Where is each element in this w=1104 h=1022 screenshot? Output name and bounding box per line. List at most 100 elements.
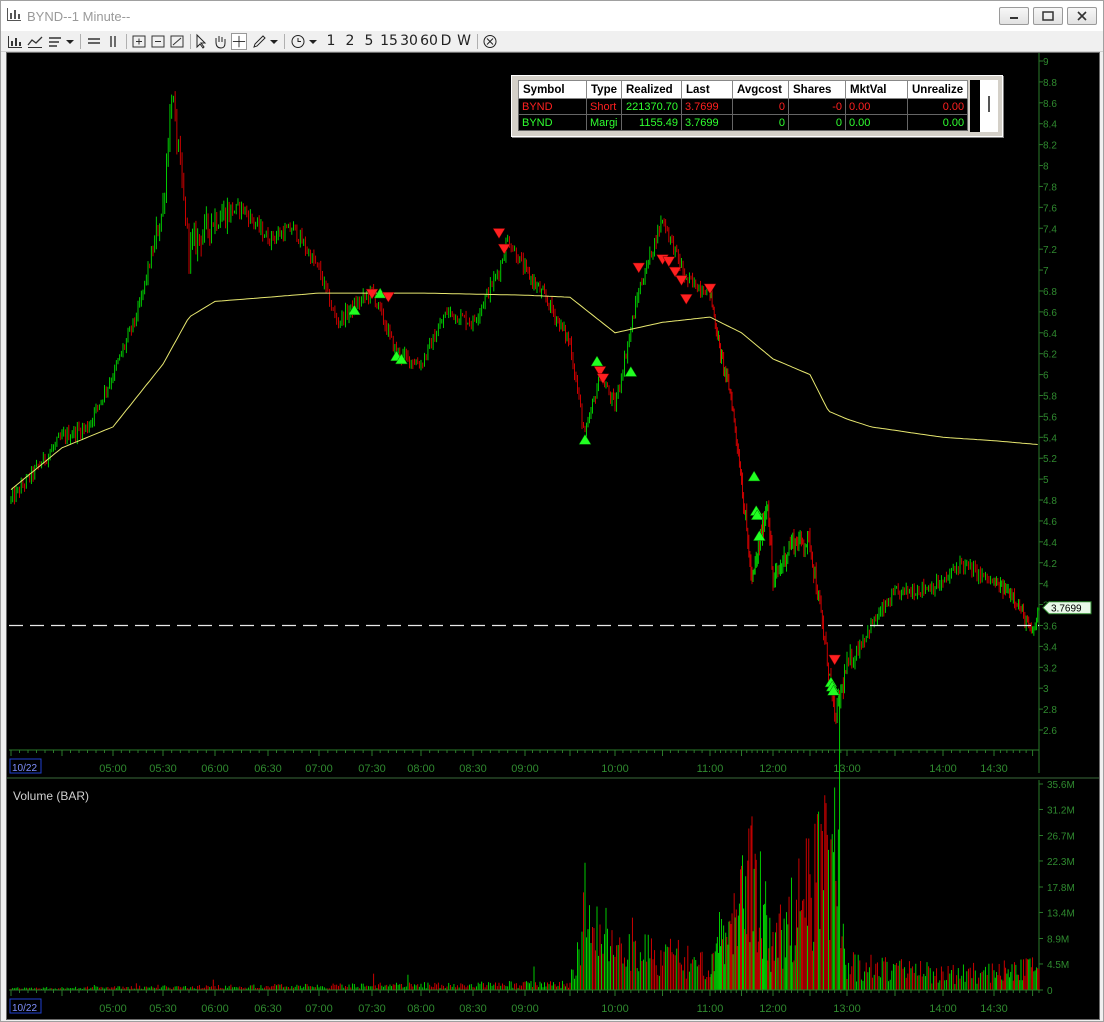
- volume-time-axis-label: 14:00: [929, 1003, 957, 1015]
- header-symbol[interactable]: Symbol: [518, 80, 587, 99]
- cancel-circle-icon[interactable]: [482, 33, 498, 50]
- header-mktval[interactable]: MktVal: [845, 80, 908, 99]
- price-chart[interactable]: 9 8.8 8.6 8.4 8.2 8 7.8 7.6 7.4 7.2 7 6.8 6.6 6.4 6.2 6…: [7, 53, 1099, 1019]
- chevron-down-icon[interactable]: [269, 33, 279, 50]
- cell-realized: 1155.49: [621, 114, 682, 131]
- price-axis-label: 5.4: [1043, 433, 1057, 444]
- timeframe-daily[interactable]: D: [439, 33, 453, 50]
- minimize-button[interactable]: [999, 7, 1029, 25]
- title-bar[interactable]: BYND--1 Minute--: [1, 1, 1103, 31]
- sell-marker: [632, 262, 646, 274]
- cell-type: Short: [586, 98, 622, 115]
- price-axis-label: 7.6: [1043, 203, 1057, 214]
- price-axis-label: 5.2: [1043, 454, 1057, 465]
- volume-time-axis-label: 12:00: [759, 1003, 787, 1015]
- price-axis-label: 5.6: [1043, 412, 1057, 423]
- buy-marker: [590, 355, 604, 367]
- header-unrealized[interactable]: Unrealize: [906, 80, 969, 99]
- cell-mktval: 0.00: [845, 114, 908, 131]
- volume-axis-label: 26.7M: [1047, 832, 1075, 843]
- time-axis-label: 05:30: [149, 763, 177, 775]
- time-axis-label: 05:00: [99, 763, 127, 775]
- volume-time-axis-label: 10:00: [601, 1003, 629, 1015]
- fit-chart-icon[interactable]: [169, 33, 185, 50]
- price-axis-label: 6.6: [1043, 308, 1057, 319]
- vertical-layout-icon[interactable]: [105, 33, 121, 50]
- position-row[interactable]: BYND Margi 1155.49 3.7699 0 0 0.00 0.00: [518, 114, 969, 131]
- horizontal-layout-icon[interactable]: [86, 33, 102, 50]
- cell-realized: 221370.70: [621, 98, 682, 115]
- timeframe-weekly[interactable]: W: [456, 33, 472, 50]
- cell-symbol: BYND: [518, 98, 587, 115]
- volume-axis-label: 4.5M: [1047, 960, 1069, 971]
- volume-time-axis-label: 05:30: [149, 1003, 177, 1015]
- header-shares[interactable]: Shares: [788, 80, 846, 99]
- toolbar-separator: [126, 34, 127, 49]
- time-axis-label: 12:00: [759, 763, 787, 775]
- price-axis-label: 4.4: [1043, 538, 1057, 549]
- price-axis-label: 3.4: [1043, 642, 1057, 653]
- chevron-down-icon[interactable]: [65, 33, 75, 50]
- volume-time-axis-label: 08:00: [407, 1003, 435, 1015]
- price-axis-label: 7: [1043, 266, 1049, 277]
- volume-axis-label: 22.3M: [1047, 857, 1075, 868]
- time-axis-label: 14:30: [980, 763, 1008, 775]
- price-axis-label: 7.4: [1043, 224, 1057, 235]
- price-axis-label: 5: [1043, 475, 1049, 486]
- price-axis-label: 8.6: [1043, 99, 1057, 110]
- price-axis-label: 6: [1043, 371, 1049, 382]
- timeframe-2[interactable]: 2: [343, 33, 357, 50]
- buy-marker: [624, 365, 638, 377]
- zoom-in-icon[interactable]: [131, 33, 147, 50]
- price-axis-label: 3: [1043, 684, 1049, 695]
- price-axis-label: 8.4: [1043, 120, 1057, 131]
- positions-header-row: Symbol Type Realized Last Avgcost Shares…: [518, 80, 969, 99]
- candlestick-chart-icon[interactable]: [7, 33, 23, 50]
- clock-interval-icon[interactable]: [290, 33, 306, 50]
- chart-style-icon[interactable]: [47, 33, 63, 50]
- hand-pan-icon[interactable]: [212, 33, 228, 50]
- toolbar-separator: [80, 34, 81, 49]
- timeframe-5[interactable]: 5: [362, 33, 376, 50]
- chevron-down-icon[interactable]: [308, 33, 318, 50]
- time-axis-label: 10:00: [601, 763, 629, 775]
- header-type[interactable]: Type: [586, 80, 622, 99]
- header-avgcost[interactable]: Avgcost: [732, 80, 789, 99]
- pointer-icon[interactable]: [194, 33, 208, 50]
- header-last[interactable]: Last: [681, 80, 733, 99]
- buy-marker: [747, 470, 761, 482]
- sell-marker: [492, 228, 506, 239]
- crosshair-icon[interactable]: [231, 33, 247, 50]
- price-axis-label: 3.6: [1043, 621, 1057, 632]
- price-axis-label: 2.8: [1043, 705, 1057, 716]
- zoom-out-icon[interactable]: [150, 33, 166, 50]
- sell-marker: [662, 256, 676, 268]
- window-title: BYND--1 Minute--: [27, 9, 131, 24]
- price-axis-label: 8.8: [1043, 78, 1057, 89]
- price-axis-label: 4.6: [1043, 517, 1057, 528]
- time-axis-label: 13:00: [833, 763, 861, 775]
- positions-table: Symbol Type Realized Last Avgcost Shares…: [518, 80, 969, 131]
- maximize-button[interactable]: [1033, 7, 1063, 25]
- timeframe-15[interactable]: 15: [379, 33, 399, 50]
- volume-time-axis-label: 09:00: [511, 1003, 539, 1015]
- close-button[interactable]: [1067, 7, 1097, 25]
- header-realized[interactable]: Realized: [621, 80, 682, 99]
- timeframe-30[interactable]: 30: [399, 33, 419, 50]
- timeframe-60[interactable]: 60: [419, 33, 439, 50]
- volume-time-axis-label: 08:30: [459, 1003, 487, 1015]
- positions-scrollbar[interactable]: [970, 80, 998, 132]
- timeframe-1[interactable]: 1: [324, 33, 338, 50]
- position-row[interactable]: BYND Short 221370.70 3.7699 0 -0 0.00 0.…: [518, 98, 969, 115]
- pencil-draw-icon[interactable]: [251, 33, 267, 50]
- cell-unrealized: 0.00: [906, 98, 969, 115]
- date-label: 10/22: [12, 763, 37, 774]
- chart-toolbar: 1 2 5 15 30 60 D W: [1, 31, 1103, 52]
- line-chart-icon[interactable]: [27, 33, 43, 50]
- price-axis-label: 6.4: [1043, 329, 1057, 340]
- volume-time-axis-label: 06:30: [254, 1003, 282, 1015]
- chart-area[interactable]: 9 8.8 8.6 8.4 8.2 8 7.8 7.6 7.4 7.2 7 6.8 6.6 6.4 6.2 6…: [6, 52, 1100, 1020]
- volume-axis-label: 0: [1047, 986, 1053, 997]
- price-axis-label: 3.2: [1043, 663, 1057, 674]
- positions-panel[interactable]: Symbol Type Realized Last Avgcost Shares…: [511, 75, 1003, 137]
